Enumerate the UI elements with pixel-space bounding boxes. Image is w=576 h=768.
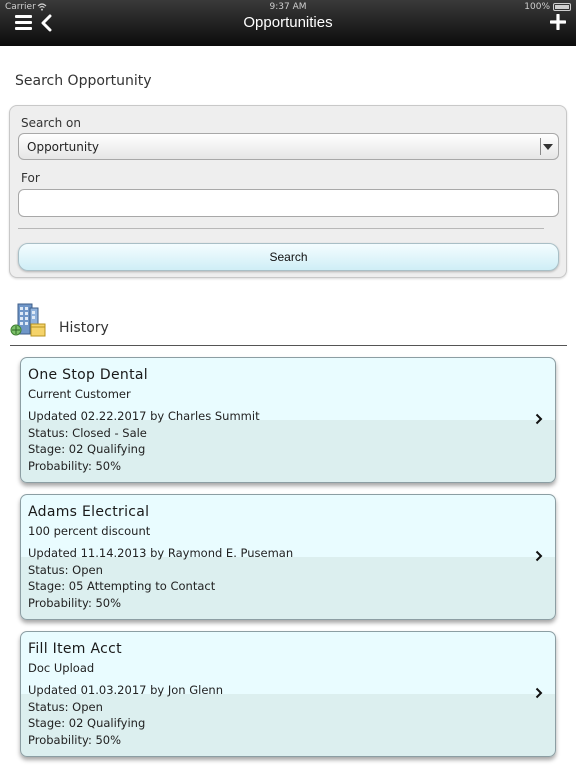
search-section-title: Search Opportunity	[15, 73, 152, 89]
opportunity-status: Status: Closed - Sale	[28, 426, 147, 440]
history-item[interactable]: One Stop Dental Current Customer Updated…	[20, 357, 556, 483]
select-divider	[540, 138, 541, 155]
battery-icon	[553, 3, 571, 11]
opportunity-stage: Stage: 05 Attempting to Contact	[28, 579, 216, 593]
opportunity-subtitle: 100 percent discount	[28, 524, 151, 538]
opportunity-probability: Probability: 50%	[28, 596, 122, 610]
search-form: Search on Opportunity For Search	[9, 105, 567, 278]
search-on-select[interactable]: Opportunity	[18, 133, 559, 160]
chevron-right-icon	[535, 550, 543, 562]
search-on-value: Opportunity	[27, 140, 100, 154]
chevron-right-icon	[535, 687, 543, 699]
opportunity-name: One Stop Dental	[28, 367, 148, 383]
opportunity-probability: Probability: 50%	[28, 459, 122, 473]
search-on-label: Search on	[21, 116, 81, 130]
opportunity-name: Adams Electrical	[28, 504, 150, 520]
opportunity-subtitle: Current Customer	[28, 387, 131, 401]
for-label: For	[21, 171, 40, 185]
status-bar: Carrier 9:37 AM 100%	[0, 0, 576, 14]
opportunity-probability: Probability: 50%	[28, 733, 122, 747]
building-history-icon	[10, 303, 46, 337]
opportunity-stage: Stage: 02 Qualifying	[28, 716, 146, 730]
opportunity-updated: Updated 02.22.2017 by Charles Summit	[28, 409, 260, 423]
page-title: Opportunities	[243, 14, 333, 31]
battery-percent: 100%	[524, 2, 550, 12]
opportunity-status: Status: Open	[28, 563, 103, 577]
history-item[interactable]: Adams Electrical 100 percent discount Up…	[20, 494, 556, 620]
add-icon[interactable]	[550, 14, 566, 30]
search-button[interactable]: Search	[18, 243, 559, 271]
opportunity-name: Fill Item Acct	[28, 641, 122, 657]
top-bar: Carrier 9:37 AM 100% Opportunities	[0, 0, 576, 46]
chevron-right-icon	[535, 413, 543, 425]
form-divider	[18, 228, 544, 229]
opportunity-stage: Stage: 02 Qualifying	[28, 442, 146, 456]
opportunity-subtitle: Doc Upload	[28, 661, 95, 675]
history-divider	[10, 345, 567, 346]
dropdown-arrow-icon	[543, 144, 553, 150]
status-time: 9:37 AM	[269, 2, 307, 12]
for-input[interactable]	[18, 189, 559, 217]
opportunity-status: Status: Open	[28, 700, 103, 714]
opportunity-updated: Updated 11.14.2013 by Raymond E. Puseman	[28, 546, 294, 560]
opportunity-updated: Updated 01.03.2017 by Jon Glenn	[28, 683, 223, 697]
history-title: History	[59, 320, 109, 336]
history-item[interactable]: Fill Item Acct Doc Upload Updated 01.03.…	[20, 631, 556, 757]
